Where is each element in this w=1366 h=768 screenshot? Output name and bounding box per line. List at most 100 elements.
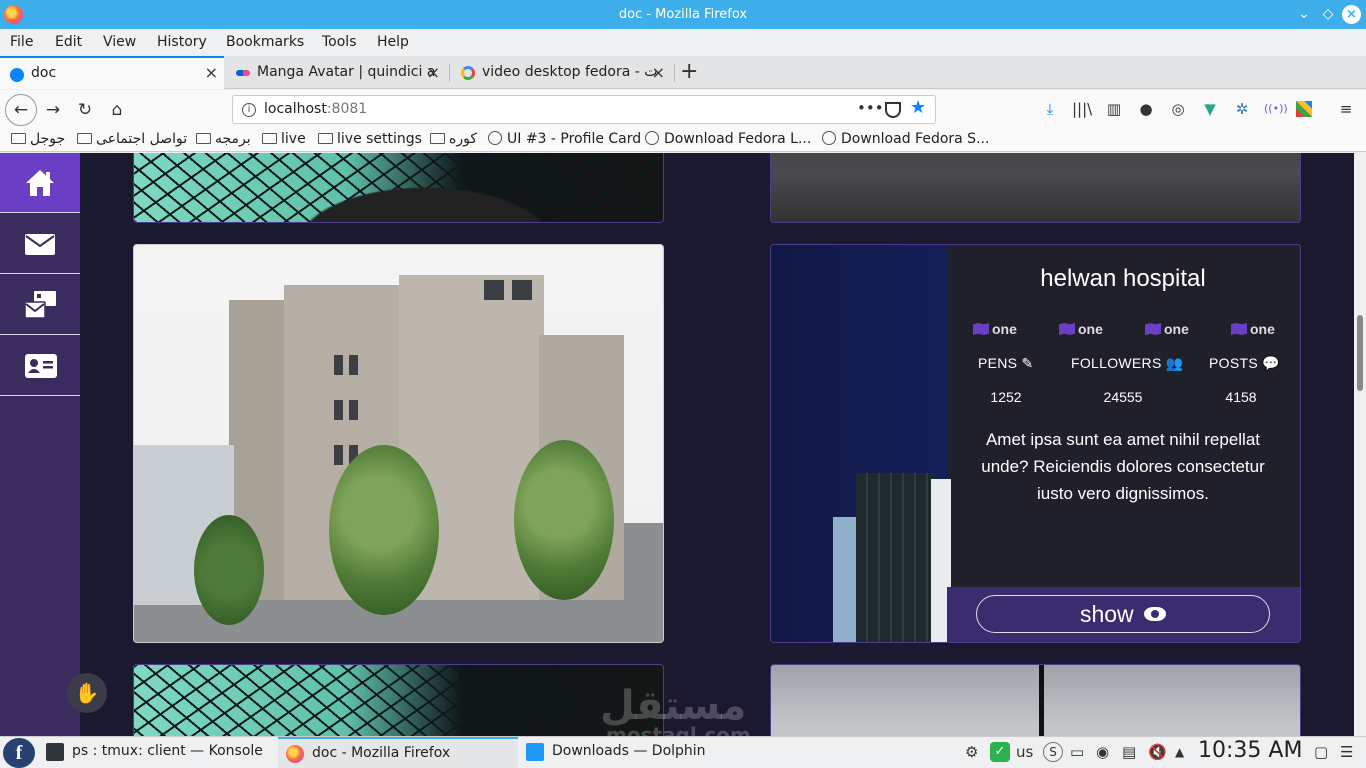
bookmark-folder-social[interactable]: تواصل اجتماعى xyxy=(77,131,187,147)
bookmark-folder-google[interactable]: جوجل xyxy=(11,131,65,147)
folder-icon xyxy=(526,743,544,761)
bookmark-download-fedora-l[interactable]: Download Fedora L... xyxy=(645,131,811,147)
sidebar-item-home[interactable] xyxy=(0,153,80,213)
window-close-button[interactable]: × xyxy=(1342,5,1361,24)
tab-close-icon[interactable]: × xyxy=(652,56,665,89)
bookmark-label: Download Fedora S... xyxy=(841,131,990,147)
url-bar[interactable]: i localhost:8081 ••• ★ xyxy=(232,95,936,124)
shield-check-icon[interactable]: ✓ xyxy=(990,742,1010,762)
bookmark-folder-programming[interactable]: برمجه xyxy=(196,131,251,147)
clock[interactable]: 10:35 AM xyxy=(1198,738,1302,763)
tab-strip: doc × Manga Avatar | quindici a × video … xyxy=(0,56,1366,89)
tab-separator xyxy=(449,64,450,82)
menu-tools[interactable]: Tools xyxy=(322,34,357,50)
menu-history[interactable]: History xyxy=(157,34,207,50)
eye-icon xyxy=(1144,607,1167,621)
task-firefox[interactable]: doc - Mozilla Firefox xyxy=(278,737,518,768)
bookmark-folder-football[interactable]: كوره xyxy=(430,131,477,147)
hand-icon[interactable]: ✋ xyxy=(67,673,107,713)
home-icon[interactable]: ⌂ xyxy=(104,97,130,123)
bookmark-star-icon[interactable]: ★ xyxy=(910,97,926,118)
edit-icon: ✎ xyxy=(1021,355,1034,371)
tab-manga-avatar[interactable]: Manga Avatar | quindici a × xyxy=(226,56,446,89)
profile-tag: one xyxy=(1059,321,1103,337)
bookmark-folder-live[interactable]: live xyxy=(262,131,306,147)
map-icon xyxy=(1059,323,1075,335)
comments-icon: 💬 xyxy=(1262,355,1280,371)
page-actions-icon[interactable]: ••• xyxy=(857,99,884,117)
react-devtools-icon[interactable]: ✲ xyxy=(1232,99,1252,119)
address-card-icon xyxy=(25,354,57,378)
building-decoration xyxy=(856,473,936,642)
network-icon[interactable]: ⚙ xyxy=(965,743,978,761)
taskbar: f ps : tmux: client — Konsole doc - Mozi… xyxy=(0,736,1366,768)
show-desktop-icon[interactable]: ▢ xyxy=(1314,743,1328,761)
minimize-button[interactable]: ⌄ xyxy=(1292,0,1316,29)
back-arrow-icon[interactable]: ← xyxy=(5,94,37,126)
menu-help[interactable]: Help xyxy=(377,34,409,50)
menu-bookmarks[interactable]: Bookmarks xyxy=(226,34,304,50)
skype-icon[interactable]: S xyxy=(1043,742,1063,762)
tab-close-icon[interactable]: × xyxy=(205,58,218,88)
card-image-hospital xyxy=(133,244,664,643)
task-dolphin[interactable]: Downloads — Dolphin xyxy=(518,737,758,768)
reload-icon[interactable]: ↻ xyxy=(72,97,98,123)
map-icon xyxy=(973,323,989,335)
tray-expand-icon[interactable]: ▲ xyxy=(1175,745,1184,759)
terminal-icon xyxy=(46,743,64,761)
forward-arrow-icon[interactable]: → xyxy=(40,97,66,123)
url-host: localhost xyxy=(264,101,327,117)
vue-devtools-icon[interactable]: ▼ xyxy=(1200,99,1220,119)
tree xyxy=(329,445,439,615)
volume-muted-icon[interactable]: 🔇 xyxy=(1148,743,1167,761)
menu-file[interactable]: File xyxy=(10,34,33,50)
sidebar-item-contacts[interactable] xyxy=(0,336,80,396)
window xyxy=(334,355,343,375)
show-button[interactable]: show xyxy=(976,595,1270,633)
globe-icon xyxy=(488,131,502,145)
library-icon[interactable]: |||\ xyxy=(1072,99,1092,119)
updates-icon[interactable]: ◉ xyxy=(1096,743,1109,761)
window xyxy=(334,400,343,420)
hamburger-menu-icon[interactable]: ≡ xyxy=(1336,99,1356,119)
profile-tag: one xyxy=(1231,321,1275,337)
clipboard-icon[interactable]: ▤ xyxy=(1122,743,1136,761)
envelope-icon xyxy=(25,234,55,255)
sidebar-icon[interactable]: ▥ xyxy=(1104,99,1124,119)
scrollbar-thumb[interactable] xyxy=(1357,315,1363,391)
restore-button[interactable]: ◇ xyxy=(1316,0,1340,29)
bookmark-download-fedora-s[interactable]: Download Fedora S... xyxy=(822,131,989,147)
panel-settings-icon[interactable]: ☰ xyxy=(1340,743,1353,761)
tab-doc[interactable]: doc × xyxy=(0,56,224,89)
bookmark-folder-live-settings[interactable]: live settings xyxy=(318,131,422,147)
card-image-sky-bottom xyxy=(770,664,1301,736)
window xyxy=(512,280,532,300)
new-tab-icon[interactable]: + xyxy=(680,58,698,86)
bookmarks-toolbar: جوجل تواصل اجتماعى برمجه live live setti… xyxy=(0,128,1366,152)
colorzilla-icon[interactable] xyxy=(1296,101,1312,117)
broadcast-icon[interactable]: ((•)) xyxy=(1264,99,1288,119)
fedora-launcher-icon[interactable]: f xyxy=(3,738,35,768)
show-button-label: show xyxy=(1079,601,1134,627)
page-scrollbar[interactable] xyxy=(1354,153,1366,736)
account-icon[interactable]: ● xyxy=(1136,99,1156,119)
menu-edit[interactable]: Edit xyxy=(55,34,82,50)
keyboard-layout[interactable]: us xyxy=(1016,743,1033,761)
display-icon[interactable]: ▭ xyxy=(1070,743,1084,761)
extension-sync-icon[interactable]: ◎ xyxy=(1168,99,1188,119)
url-text[interactable]: localhost:8081 xyxy=(264,101,367,117)
bookmark-profile-card[interactable]: UI #3 - Profile Card xyxy=(488,131,641,147)
pocket-icon[interactable] xyxy=(885,102,901,118)
folder-icon xyxy=(262,133,277,144)
sidebar-item-messages[interactable] xyxy=(0,214,80,274)
task-konsole[interactable]: ps : tmux: client — Konsole xyxy=(38,737,278,768)
side-navigation: ✋ xyxy=(0,153,107,736)
card-image-tree-top xyxy=(133,153,664,223)
site-info-icon[interactable]: i xyxy=(242,103,256,117)
download-icon[interactable]: ⤓ xyxy=(1040,99,1060,119)
menu-view[interactable]: View xyxy=(103,34,136,50)
sidebar-item-mail-bulk[interactable] xyxy=(0,275,80,335)
tab-video-desktop-fedora[interactable]: video desktop fedora - ‏ت × xyxy=(451,56,671,89)
tab-close-icon[interactable]: × xyxy=(427,56,440,89)
profile-tag: one xyxy=(1145,321,1189,337)
